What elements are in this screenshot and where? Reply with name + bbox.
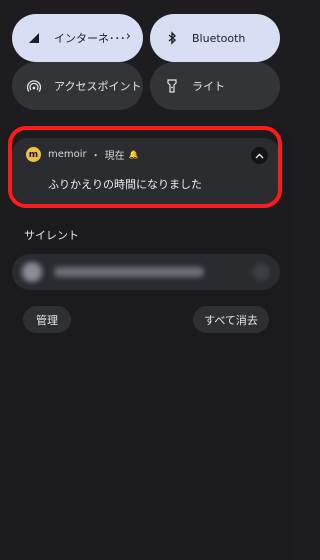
bluetooth-icon [164, 30, 180, 46]
notification-header: memoir ・ 現在 🔔 [48, 147, 139, 162]
silent-section-label: サイレント [24, 229, 79, 242]
signal-icon [26, 30, 42, 46]
hotspot-icon [26, 78, 42, 94]
notification-message: ふりかえりの時間になりました [48, 178, 202, 191]
blurred-expand-button [252, 263, 270, 281]
flashlight-icon [164, 78, 180, 94]
tile-internet[interactable]: インターネ･･･ › [12, 14, 143, 62]
clear-all-button[interactable]: すべて消去 [193, 306, 269, 333]
tile-hotspot-label: アクセスポイント [54, 80, 142, 93]
highlight-box [8, 126, 282, 208]
blurred-text [54, 267, 204, 277]
manage-button[interactable]: 管理 [23, 306, 71, 333]
chevron-right-icon: › [125, 29, 131, 44]
tile-light-label: ライト [192, 80, 225, 93]
notification-app-name: memoir [48, 149, 87, 160]
tile-light[interactable]: ライト [150, 62, 280, 110]
blurred-avatar [22, 262, 42, 282]
tile-internet-label: インターネ･･･ [54, 32, 126, 45]
tile-bluetooth-label: Bluetooth [192, 31, 246, 45]
notification-time: 現在 [104, 151, 125, 162]
collapse-button[interactable] [251, 147, 268, 164]
silent-notification[interactable] [12, 254, 280, 290]
memoir-app-icon: m [26, 147, 41, 162]
chevron-up-icon [255, 153, 264, 158]
tile-bluetooth[interactable]: Bluetooth [150, 14, 280, 62]
notification-separator: ・ [90, 151, 101, 162]
tile-hotspot[interactable]: アクセスポイント [12, 62, 143, 110]
bell-icon: 🔔 [128, 150, 139, 159]
